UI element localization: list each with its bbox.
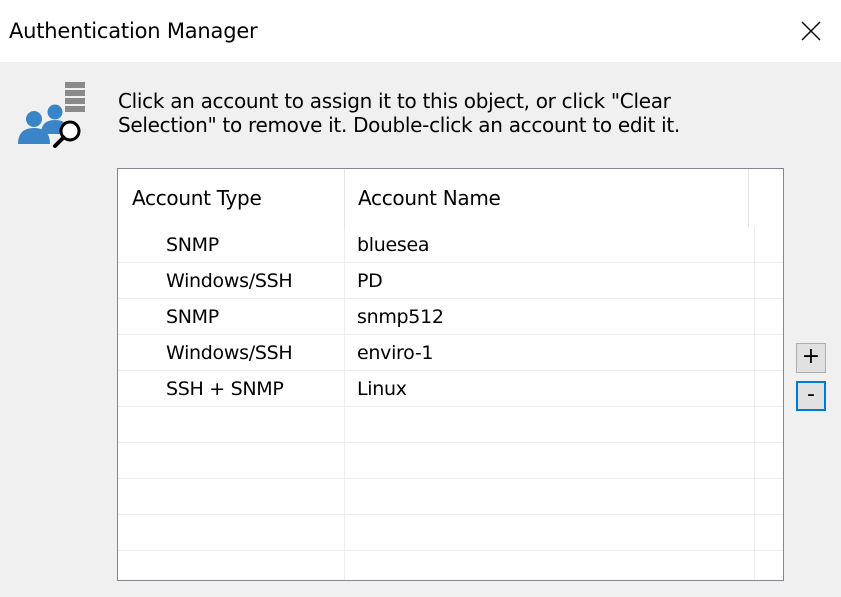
table-row[interactable]: Windows/SSH enviro-1 [118, 335, 783, 371]
account-name-cell: enviro-1 [357, 342, 434, 364]
users-search-icon [15, 82, 95, 162]
table-row[interactable]: SNMP snmp512 [118, 299, 783, 335]
empty-row [118, 515, 783, 551]
window-title: Authentication Manager [9, 19, 258, 43]
instruction-text: Click an account to assign it to this ob… [118, 89, 818, 137]
accounts-list[interactable]: Account Type Account Name SNMP bluesea W… [117, 168, 784, 581]
table-row[interactable]: SSH + SNMP Linux [118, 371, 783, 407]
instruction-line-2: Selection" to remove it. Double-click an… [118, 113, 680, 137]
column-header-account-name[interactable]: Account Name [358, 169, 738, 227]
account-name-cell: PD [357, 270, 383, 292]
instruction-line-1: Click an account to assign it to this ob… [118, 89, 671, 113]
close-icon [801, 21, 821, 41]
list-header: Account Type Account Name [118, 169, 783, 227]
account-type-cell: Windows/SSH [166, 342, 293, 364]
remove-account-button[interactable]: - [796, 381, 826, 411]
column-divider [344, 169, 345, 227]
empty-row [118, 407, 783, 443]
close-button[interactable] [781, 0, 841, 62]
column-divider [748, 169, 749, 227]
account-type-cell: SSH + SNMP [166, 378, 284, 400]
column-header-account-type[interactable]: Account Type [132, 169, 332, 227]
empty-row [118, 443, 783, 479]
account-type-cell: SNMP [166, 234, 219, 256]
account-name-cell: Linux [357, 378, 407, 400]
table-row[interactable]: SNMP bluesea [118, 227, 783, 263]
empty-row [118, 551, 783, 580]
empty-row [118, 479, 783, 515]
account-name-cell: bluesea [357, 234, 430, 256]
add-account-button[interactable]: + [796, 343, 826, 373]
account-type-cell: Windows/SSH [166, 270, 293, 292]
account-name-cell: snmp512 [357, 306, 444, 328]
account-type-cell: SNMP [166, 306, 219, 328]
table-row[interactable]: Windows/SSH PD [118, 263, 783, 299]
title-bar: Authentication Manager [0, 0, 841, 62]
